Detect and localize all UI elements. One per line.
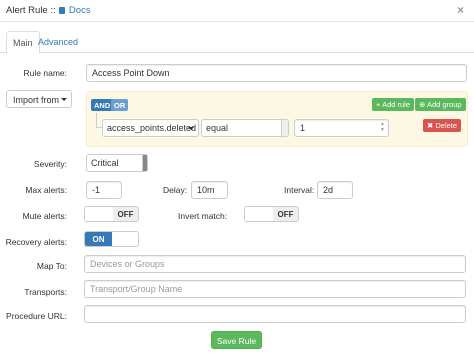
mute-alerts-toggle[interactable]: OFF: [84, 206, 139, 222]
procedure-url-input[interactable]: [84, 305, 466, 323]
select-arrow: [142, 155, 147, 171]
and-toggle[interactable]: AND: [91, 99, 114, 111]
caret-down-icon: [61, 98, 67, 101]
invert-match-label: Invert match:: [178, 211, 228, 221]
book-icon: [59, 7, 66, 14]
recovery-alerts-toggle[interactable]: ON: [84, 231, 139, 247]
max-alerts-label: Max alerts:: [25, 185, 67, 195]
invert-match-state: OFF: [273, 207, 298, 221]
docs-link[interactable]: Docs: [69, 5, 91, 16]
recovery-alerts-state: ON: [85, 232, 112, 246]
import-from-label: Import from: [13, 95, 60, 105]
query-builder: AND OR + Add rule ⊕ Add group access_poi…: [86, 91, 468, 147]
recovery-alerts-label: Recovery alerts:: [5, 237, 67, 247]
operator-select[interactable]: equal: [201, 119, 289, 137]
operator-value: equal: [206, 123, 229, 133]
interval-input[interactable]: 2d: [317, 181, 353, 199]
spinner-icon[interactable]: ▲ ▼: [380, 121, 385, 133]
delete-rule-button[interactable]: ✖ Delete: [423, 119, 462, 132]
severity-label: Severity:: [33, 159, 67, 169]
tab-advanced[interactable]: Advanced: [32, 31, 84, 53]
add-rule-label: Add rule: [382, 100, 410, 109]
rule-name-label: Rule name:: [23, 68, 67, 78]
add-rule-button[interactable]: + Add rule: [372, 98, 414, 111]
rule-field-select[interactable]: access_points.deleted: [102, 119, 199, 137]
map-to-label: Map To:: [36, 261, 67, 271]
invert-match-toggle[interactable]: OFF: [244, 206, 299, 222]
rule-field-value: access_points.deleted: [107, 123, 197, 133]
rule-value-input[interactable]: 1 ▲ ▼: [294, 119, 389, 137]
delay-input[interactable]: 10m: [191, 181, 228, 199]
add-group-button[interactable]: ⊕ Add group: [415, 98, 466, 111]
delay-label: Delay:: [163, 185, 188, 195]
transports-input[interactable]: Transport/Group Name: [84, 280, 466, 298]
plus-circle-icon: ⊕: [419, 100, 427, 109]
tab-bar: Main Advanced: [0, 31, 474, 54]
interval-label: Interval:: [284, 185, 315, 195]
delete-label: Delete: [435, 121, 458, 130]
select-scrollbar: [281, 120, 288, 136]
procedure-url-label: Procedure URL:: [6, 311, 67, 321]
mute-alerts-label: Mute alerts:: [22, 211, 67, 221]
modal-header: Alert Rule :: Docs ×: [0, 0, 474, 22]
rule-value-text: 1: [300, 123, 306, 133]
tree-connector: [96, 113, 97, 127]
modal-title: Alert Rule :: Docs: [6, 5, 91, 16]
max-alerts-input[interactable]: -1: [86, 181, 122, 199]
mute-alerts-state: OFF: [113, 207, 138, 221]
chevron-down-icon: [188, 127, 194, 130]
severity-select[interactable]: Critical: [86, 154, 148, 172]
severity-value: Critical: [91, 158, 119, 168]
import-from-button[interactable]: Import from: [6, 90, 72, 108]
close-icon[interactable]: ×: [457, 3, 464, 17]
add-group-label: Add group: [426, 100, 462, 109]
map-to-input[interactable]: Devices or Groups: [84, 255, 466, 273]
transports-label: Transports:: [24, 287, 67, 297]
rule-name-input[interactable]: Access Point Down: [86, 64, 467, 82]
title-text: Alert Rule ::: [6, 5, 56, 16]
or-toggle[interactable]: OR: [111, 99, 129, 111]
save-rule-button[interactable]: Save Rule: [211, 331, 262, 349]
